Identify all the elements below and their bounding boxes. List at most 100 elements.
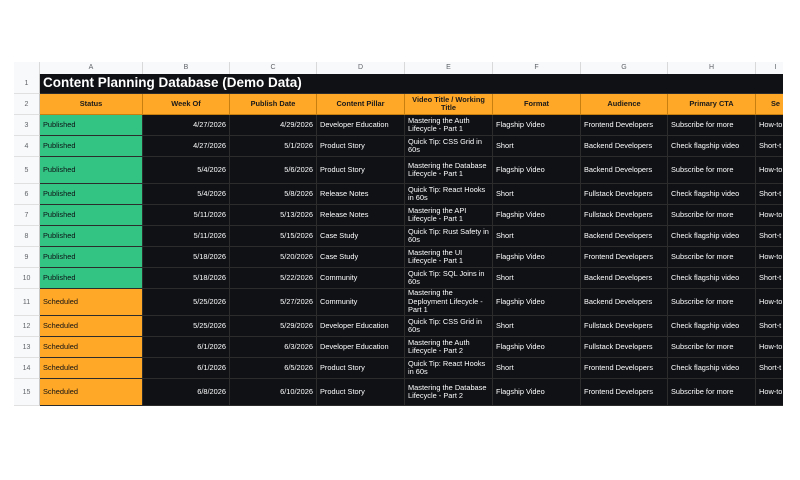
week-cell[interactable]: 5/25/2026 xyxy=(143,289,230,316)
series-cell[interactable]: How-to xyxy=(756,115,783,136)
publish-cell[interactable]: 5/6/2026 xyxy=(230,157,317,184)
row-header[interactable]: 12 xyxy=(14,316,40,337)
title-cell[interactable]: Mastering the Deployment Lifecycle - Par… xyxy=(405,289,493,316)
format-cell[interactable]: Flagship Video xyxy=(493,115,581,136)
series-cell[interactable]: How-to xyxy=(756,289,783,316)
row-header[interactable]: 7 xyxy=(14,205,40,226)
week-cell[interactable]: 4/27/2026 xyxy=(143,136,230,157)
format-cell[interactable]: Flagship Video xyxy=(493,157,581,184)
publish-cell[interactable]: 6/3/2026 xyxy=(230,337,317,358)
pillar-cell[interactable]: Developer Education xyxy=(317,316,405,337)
cta-cell[interactable]: Subscribe for more xyxy=(668,379,756,406)
series-cell[interactable]: How-to xyxy=(756,337,783,358)
series-cell[interactable]: Short-t xyxy=(756,226,783,247)
series-cell[interactable]: How-to xyxy=(756,157,783,184)
row-header[interactable]: 15 xyxy=(14,379,40,406)
pillar-cell[interactable]: Community xyxy=(317,289,405,316)
title-cell[interactable]: Mastering the UI Lifecycle - Part 1 xyxy=(405,247,493,268)
pillar-cell[interactable]: Case Study xyxy=(317,226,405,247)
header-cell[interactable]: Content Pillar xyxy=(317,94,405,115)
pillar-cell[interactable]: Product Story xyxy=(317,358,405,379)
cta-cell[interactable]: Check flagship video xyxy=(668,136,756,157)
row-header[interactable]: 3 xyxy=(14,115,40,136)
audience-cell[interactable]: Frontend Developers xyxy=(581,115,668,136)
header-cell[interactable]: Format xyxy=(493,94,581,115)
publish-cell[interactable]: 4/29/2026 xyxy=(230,115,317,136)
week-cell[interactable]: 5/11/2026 xyxy=(143,205,230,226)
status-cell[interactable]: Scheduled xyxy=(40,289,143,316)
pillar-cell[interactable]: Developer Education xyxy=(317,115,405,136)
publish-cell[interactable]: 5/27/2026 xyxy=(230,289,317,316)
status-cell[interactable]: Scheduled xyxy=(40,337,143,358)
pillar-cell[interactable]: Release Notes xyxy=(317,205,405,226)
format-cell[interactable]: Flagship Video xyxy=(493,337,581,358)
title-cell[interactable]: Quick Tip: CSS Grid in 60s xyxy=(405,136,493,157)
week-cell[interactable]: 4/27/2026 xyxy=(143,115,230,136)
pillar-cell[interactable]: Community xyxy=(317,268,405,289)
row-header[interactable]: 4 xyxy=(14,136,40,157)
cta-cell[interactable]: Subscribe for more xyxy=(668,247,756,268)
title-cell[interactable]: Quick Tip: SQL Joins in 60s xyxy=(405,268,493,289)
series-cell[interactable]: How-to xyxy=(756,247,783,268)
week-cell[interactable]: 5/18/2026 xyxy=(143,247,230,268)
publish-cell[interactable]: 5/29/2026 xyxy=(230,316,317,337)
column-header-e[interactable]: E xyxy=(405,62,493,74)
row-header[interactable]: 14 xyxy=(14,358,40,379)
audience-cell[interactable]: Frontend Developers xyxy=(581,247,668,268)
audience-cell[interactable]: Backend Developers xyxy=(581,289,668,316)
publish-cell[interactable]: 6/10/2026 xyxy=(230,379,317,406)
format-cell[interactable]: Short xyxy=(493,226,581,247)
audience-cell[interactable]: Backend Developers xyxy=(581,157,668,184)
cta-cell[interactable]: Subscribe for more xyxy=(668,289,756,316)
audience-cell[interactable]: Backend Developers xyxy=(581,136,668,157)
row-header[interactable]: 13 xyxy=(14,337,40,358)
status-cell[interactable]: Published xyxy=(40,184,143,205)
title-cell[interactable]: Mastering the Database Lifecycle - Part … xyxy=(405,157,493,184)
week-cell[interactable]: 6/8/2026 xyxy=(143,379,230,406)
format-cell[interactable]: Flagship Video xyxy=(493,205,581,226)
row-header[interactable]: 6 xyxy=(14,184,40,205)
row-header[interactable]: 2 xyxy=(14,94,40,115)
row-header[interactable]: 5 xyxy=(14,157,40,184)
week-cell[interactable]: 5/4/2026 xyxy=(143,157,230,184)
header-cell[interactable]: Week Of xyxy=(143,94,230,115)
header-cell[interactable]: Audience xyxy=(581,94,668,115)
publish-cell[interactable]: 5/22/2026 xyxy=(230,268,317,289)
status-cell[interactable]: Published xyxy=(40,157,143,184)
header-cell[interactable]: Se xyxy=(756,94,783,115)
publish-cell[interactable]: 5/20/2026 xyxy=(230,247,317,268)
title-cell[interactable]: Quick Tip: Rust Safety in 60s xyxy=(405,226,493,247)
audience-cell[interactable]: Frontend Developers xyxy=(581,358,668,379)
week-cell[interactable]: 5/4/2026 xyxy=(143,184,230,205)
cta-cell[interactable]: Check flagship video xyxy=(668,268,756,289)
pillar-cell[interactable]: Product Story xyxy=(317,379,405,406)
pillar-cell[interactable]: Product Story xyxy=(317,136,405,157)
audience-cell[interactable]: Fullstack Developers xyxy=(581,337,668,358)
column-header-g[interactable]: G xyxy=(581,62,668,74)
publish-cell[interactable]: 5/13/2026 xyxy=(230,205,317,226)
title-cell[interactable]: Quick Tip: React Hooks in 60s xyxy=(405,358,493,379)
column-header-a[interactable]: A xyxy=(40,62,143,74)
format-cell[interactable]: Flagship Video xyxy=(493,379,581,406)
publish-cell[interactable]: 5/1/2026 xyxy=(230,136,317,157)
series-cell[interactable]: How-to xyxy=(756,379,783,406)
format-cell[interactable]: Short xyxy=(493,268,581,289)
audience-cell[interactable]: Frontend Developers xyxy=(581,379,668,406)
status-cell[interactable]: Published xyxy=(40,268,143,289)
week-cell[interactable]: 5/18/2026 xyxy=(143,268,230,289)
publish-cell[interactable]: 5/15/2026 xyxy=(230,226,317,247)
audience-cell[interactable]: Fullstack Developers xyxy=(581,205,668,226)
status-cell[interactable]: Scheduled xyxy=(40,316,143,337)
pillar-cell[interactable]: Product Story xyxy=(317,157,405,184)
status-cell[interactable]: Published xyxy=(40,136,143,157)
format-cell[interactable]: Short xyxy=(493,136,581,157)
format-cell[interactable]: Flagship Video xyxy=(493,289,581,316)
cta-cell[interactable]: Subscribe for more xyxy=(668,157,756,184)
cta-cell[interactable]: Subscribe for more xyxy=(668,337,756,358)
status-cell[interactable]: Scheduled xyxy=(40,379,143,406)
audience-cell[interactable]: Fullstack Developers xyxy=(581,316,668,337)
week-cell[interactable]: 6/1/2026 xyxy=(143,358,230,379)
select-all-corner[interactable] xyxy=(14,62,40,74)
week-cell[interactable]: 6/1/2026 xyxy=(143,337,230,358)
publish-cell[interactable]: 6/5/2026 xyxy=(230,358,317,379)
